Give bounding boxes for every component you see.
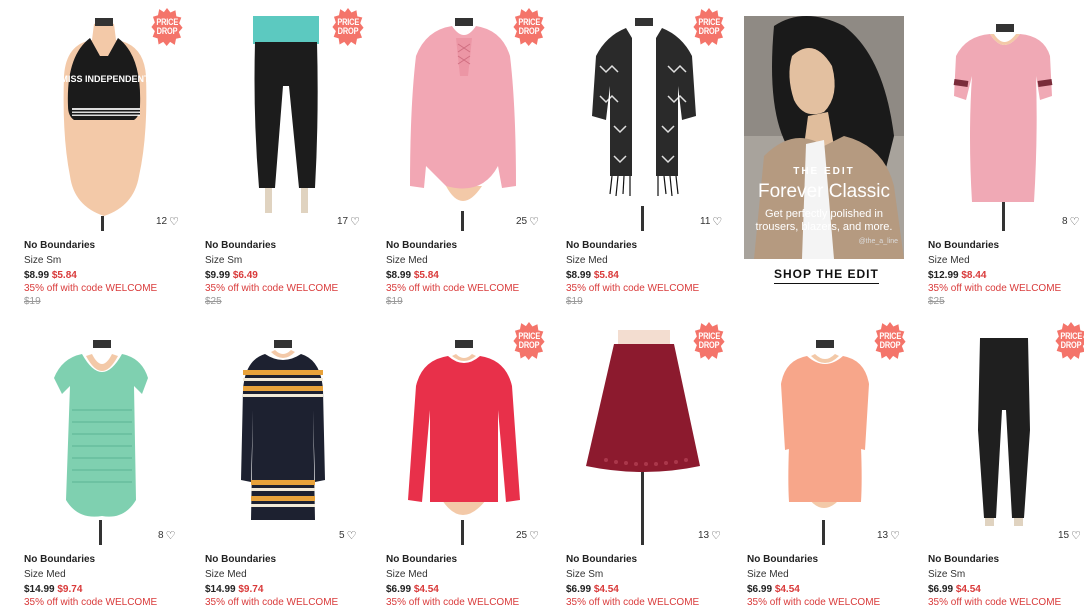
- like-button[interactable]: 13 ♡: [698, 529, 721, 542]
- brand-name[interactable]: No Boundaries: [566, 240, 637, 251]
- brand-name[interactable]: No Boundaries: [24, 554, 95, 565]
- price-drop-badge: PRICE DROP: [513, 322, 544, 360]
- heart-icon: ♡: [165, 530, 176, 542]
- promo-text: 35% off with code WELCOME: [386, 597, 520, 608]
- like-button[interactable]: 15 ♡: [1058, 529, 1081, 542]
- size-label: Size Med: [386, 255, 428, 266]
- like-button[interactable]: 13 ♡: [877, 529, 900, 542]
- size-label: Size Sm: [928, 569, 966, 580]
- retail-price: $25: [205, 296, 222, 307]
- retail-price: $25: [928, 296, 945, 307]
- size-label: Size Sm: [205, 255, 243, 266]
- brand-name[interactable]: No Boundaries: [205, 554, 276, 565]
- like-button[interactable]: 5 ♡: [339, 529, 356, 542]
- price: $6.99 $4.54: [386, 584, 439, 595]
- price: $9.99 $6.49: [205, 270, 258, 281]
- brand-name[interactable]: No Boundaries: [928, 240, 999, 251]
- price-drop-badge: PRICE DROP: [693, 322, 724, 360]
- retail-price: $19: [386, 296, 403, 307]
- size-label: Size Med: [205, 569, 247, 580]
- like-button[interactable]: 17 ♡: [337, 215, 360, 228]
- promo-text: 35% off with code WELCOME: [205, 283, 339, 294]
- price: $6.99 $4.54: [566, 584, 619, 595]
- price: $8.99 $5.84: [24, 270, 77, 281]
- product-image[interactable]: [205, 330, 375, 545]
- heart-icon: ♡: [712, 216, 723, 228]
- product-card[interactable]: PRICE DROP 13 ♡ No Boundaries Size Sm $6.…: [566, 0, 736, 608]
- brand-name[interactable]: No Boundaries: [928, 554, 999, 565]
- heart-icon: ♡: [169, 216, 179, 228]
- promo-text: 35% off with code WELCOME: [566, 597, 700, 608]
- size-label: Size Sm: [566, 569, 604, 580]
- promo-text: 35% off with code WELCOME: [386, 283, 520, 294]
- heart-icon: ♡: [1069, 216, 1080, 228]
- size-label: Size Med: [928, 255, 970, 266]
- brand-name[interactable]: No Boundaries: [566, 554, 637, 565]
- product-image[interactable]: PRICE DROP: [928, 330, 1084, 545]
- price: $8.99 $5.84: [386, 270, 439, 281]
- brand-name[interactable]: No Boundaries: [386, 240, 457, 251]
- heart-icon: ♡: [529, 530, 539, 542]
- promo-text: 35% off with code WELCOME: [747, 597, 881, 608]
- product-image[interactable]: [24, 330, 194, 545]
- heart-icon: ♡: [529, 216, 539, 228]
- price-drop-badge: PRICE DROP: [1055, 322, 1084, 360]
- heart-icon: ♡: [711, 530, 721, 542]
- heart-icon: ♡: [350, 216, 360, 228]
- product-image[interactable]: PRICE DROP: [386, 330, 556, 545]
- brand-name[interactable]: No Boundaries: [747, 554, 818, 565]
- brand-name[interactable]: No Boundaries: [386, 554, 457, 565]
- size-label: Size Med: [566, 255, 608, 266]
- product-card[interactable]: PRICE DROP 25 ♡ No Boundaries Size Med $6…: [386, 0, 556, 608]
- like-button[interactable]: 8 ♡: [1062, 215, 1079, 228]
- product-card[interactable]: PRICE DROP 13 ♡ No Boundaries Size Med $6…: [747, 0, 917, 608]
- like-button[interactable]: 8 ♡: [158, 529, 175, 542]
- size-label: Size Med: [747, 569, 789, 580]
- heart-icon: ♡: [1071, 530, 1081, 542]
- heart-icon: ♡: [346, 530, 357, 542]
- promo-text: 35% off with code WELCOME: [566, 283, 700, 294]
- product-card[interactable]: 8 ♡ No Boundaries Size Med $14.99 $9.74 3…: [24, 0, 194, 608]
- like-button[interactable]: 25 ♡: [516, 215, 539, 228]
- promo-text: 35% off with code WELCOME: [205, 597, 339, 608]
- product-card[interactable]: PRICE DROP 15 ♡ No Boundaries Size Sm $6.…: [928, 0, 1084, 608]
- product-card[interactable]: 5 ♡ No Boundaries Size Med $14.99 $9.74 3…: [205, 0, 375, 608]
- promo-text: 35% off with code WELCOME: [24, 283, 158, 294]
- price: $14.99 $9.74: [205, 584, 264, 595]
- promo-text: 35% off with code WELCOME: [928, 597, 1062, 608]
- size-label: Size Med: [24, 569, 66, 580]
- shop-the-edit-link[interactable]: SHOP THE EDIT: [774, 267, 879, 284]
- product-image[interactable]: PRICE DROP: [566, 330, 736, 545]
- product-image[interactable]: PRICE DROP: [747, 330, 917, 545]
- promo-text: 35% off with code WELCOME: [928, 283, 1062, 294]
- price-drop-badge: PRICE DROP: [874, 322, 905, 360]
- like-button[interactable]: 11 ♡: [700, 215, 722, 228]
- retail-price: $19: [566, 296, 583, 307]
- like-button[interactable]: 12 ♡: [156, 215, 179, 228]
- price: $8.99 $5.84: [566, 270, 619, 281]
- price: $6.99 $4.54: [747, 584, 800, 595]
- size-label: Size Med: [386, 569, 428, 580]
- brand-name[interactable]: No Boundaries: [24, 240, 95, 251]
- price: $14.99 $9.74: [24, 584, 83, 595]
- retail-price: $19: [24, 296, 41, 307]
- heart-icon: ♡: [890, 530, 900, 542]
- promo-text: 35% off with code WELCOME: [24, 597, 158, 608]
- size-label: Size Sm: [24, 255, 62, 266]
- like-button[interactable]: 25 ♡: [516, 529, 539, 542]
- price: $6.99 $4.54: [928, 584, 981, 595]
- photo-credit: @the_a_line: [858, 238, 898, 245]
- brand-name[interactable]: No Boundaries: [205, 240, 276, 251]
- price: $12.99 $8.44: [928, 270, 987, 281]
